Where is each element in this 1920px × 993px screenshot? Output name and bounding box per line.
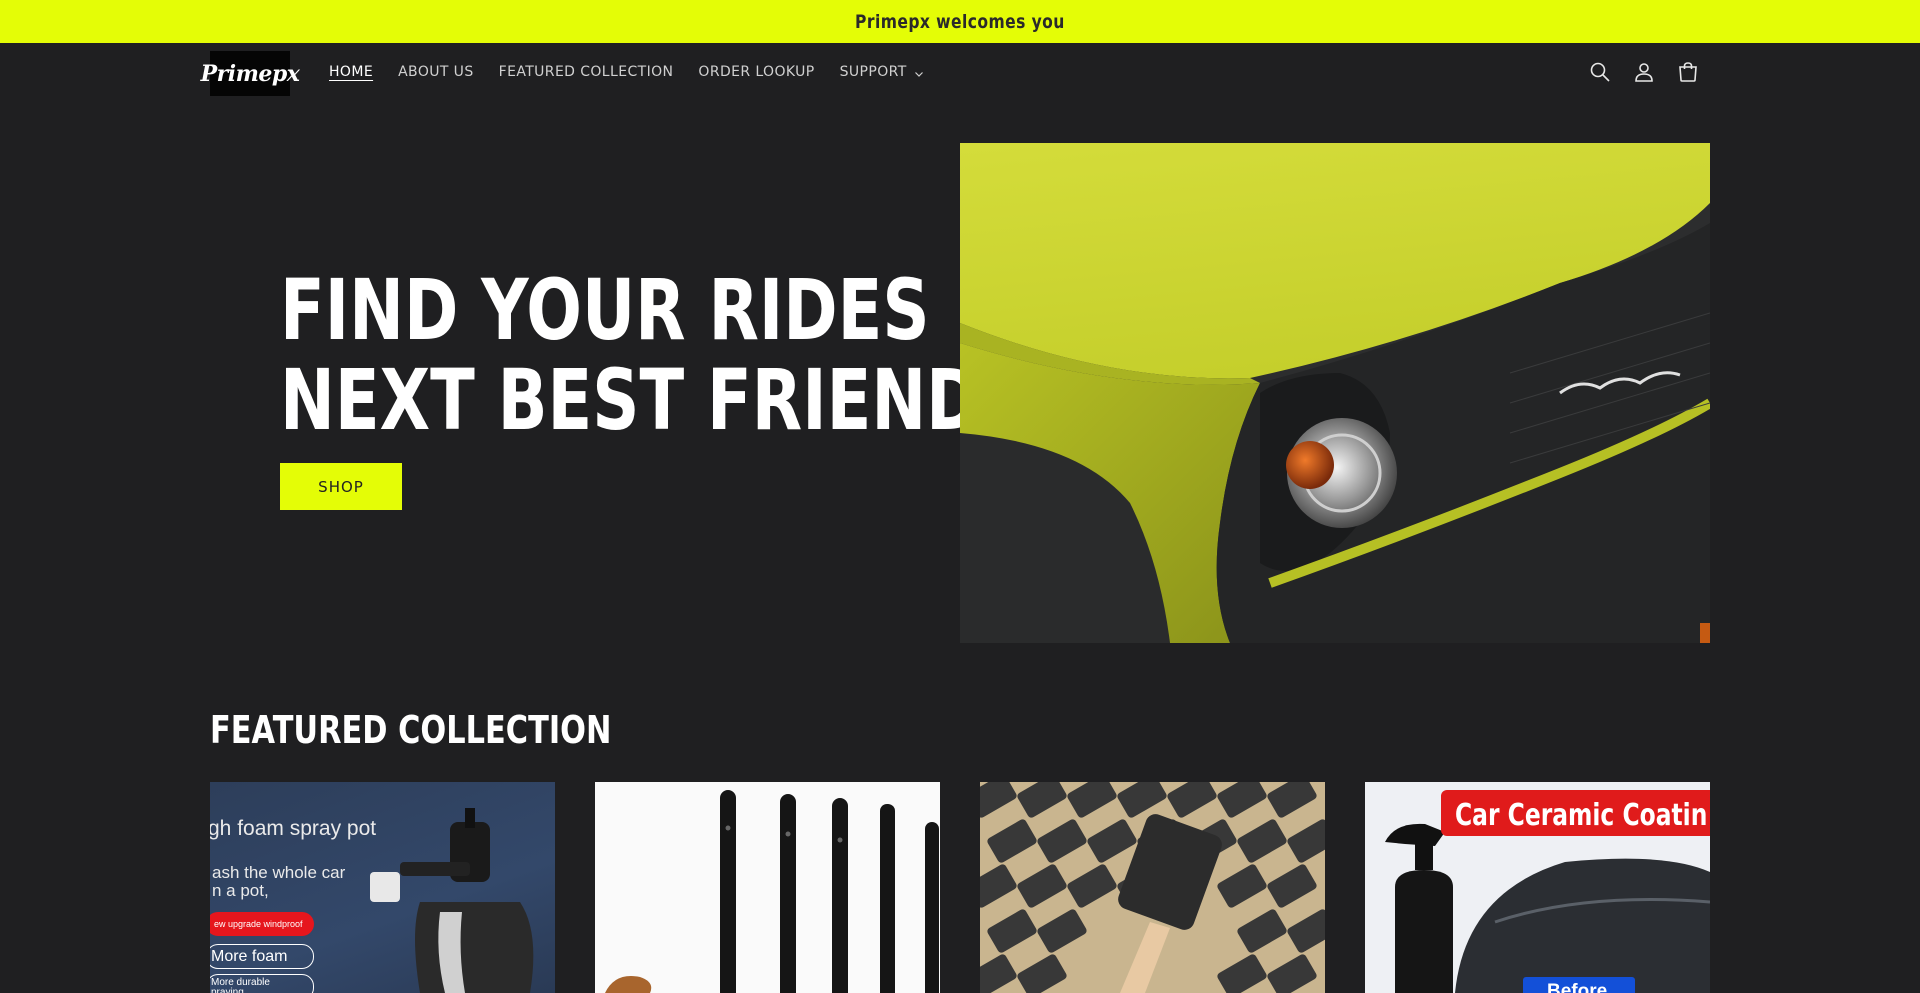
product-overlay-before-text: Before: [1547, 981, 1608, 993]
hero-title-line2: NEXT BEST FRIEND: [280, 351, 981, 449]
product-overlay-text-1: gh foam spray pot: [210, 817, 377, 840]
product-card-foam-sponge-brushes[interactable]: [980, 782, 1325, 993]
logo-text: Primepx: [200, 60, 300, 87]
product-overlay-banner: Car Ceramic Coatin: [1441, 790, 1710, 836]
hero-image: [960, 143, 1710, 643]
product-grid: gh foam spray pot ash the whole car n a …: [210, 782, 1710, 993]
account-icon[interactable]: [1631, 59, 1657, 85]
product-card-foam-spray-pot[interactable]: gh foam spray pot ash the whole car n a …: [210, 782, 555, 993]
nav-featured-collection[interactable]: FEATURED COLLECTION: [499, 64, 674, 80]
product-card-ceramic-coating[interactable]: Car Ceramic Coatin Before: [1365, 782, 1710, 993]
product-overlay-text-2: ash the whole car n a pot,: [212, 864, 345, 900]
product-overlay-pill-2: More durable praying: [210, 974, 314, 993]
hero-title-line1: FIND YOUR RIDES: [280, 261, 930, 359]
overlay-line: ash the whole car: [212, 863, 346, 882]
site-header: Primepx HOME ABOUT US FEATURED COLLECTIO…: [0, 43, 1920, 101]
product-overlay-badge: ew upgrade windproof: [210, 912, 314, 936]
shop-button[interactable]: SHOP: [280, 463, 402, 510]
search-icon[interactable]: [1587, 59, 1613, 85]
nav-support[interactable]: SUPPORT: [840, 64, 924, 80]
cart-icon[interactable]: [1675, 59, 1701, 85]
nav-home[interactable]: HOME: [329, 64, 373, 80]
header-icons: [1587, 59, 1719, 85]
overlay-line: n a pot,: [212, 881, 269, 900]
product-overlay-pill: More foam: [210, 944, 314, 969]
chevron-down-icon: [914, 67, 924, 77]
main-nav: HOME ABOUT US FEATURED COLLECTION ORDER …: [329, 43, 949, 101]
product-overlay-before: Before: [1523, 977, 1635, 993]
announcement-text: Primepx welcomes you: [855, 10, 1065, 33]
nav-order-lookup[interactable]: ORDER LOOKUP: [698, 64, 814, 80]
logo[interactable]: Primepx: [201, 51, 300, 96]
section-title-featured: FEATURED COLLECTION: [210, 708, 612, 752]
announcement-bar: Primepx welcomes you: [0, 0, 1920, 43]
nav-support-label: SUPPORT: [839, 64, 907, 80]
overlay-line: praying: [211, 987, 244, 993]
nav-about-us[interactable]: ABOUT US: [398, 64, 474, 80]
product-overlay-banner-text: Car Ceramic Coatin: [1455, 798, 1708, 833]
product-card-detailing-brushes[interactable]: [595, 782, 940, 993]
